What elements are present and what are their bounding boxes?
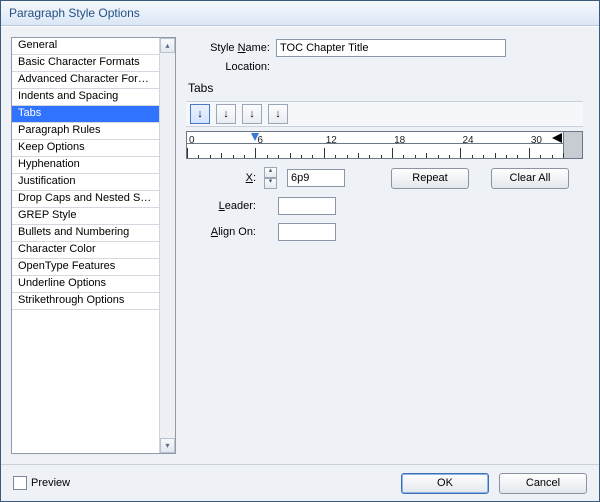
- tab-align-decimal[interactable]: ↓: [268, 104, 288, 124]
- x-stepper[interactable]: ▴ ▾: [264, 167, 277, 189]
- preview-label: Preview: [31, 477, 70, 489]
- x-step-up-icon[interactable]: ▴: [264, 167, 277, 178]
- ruler-wrap: 0612182430: [186, 131, 583, 159]
- repeat-button[interactable]: Repeat: [391, 168, 469, 189]
- sidebar-item-hyphenation[interactable]: Hyphenation: [12, 157, 160, 174]
- sidebar-item-grep-style[interactable]: GREP Style: [12, 208, 160, 225]
- sidebar-item-indents-and-spacing[interactable]: Indents and Spacing: [12, 89, 160, 106]
- tab-align-left[interactable]: ↓: [190, 104, 210, 124]
- tab-alignment-bar: ↓ ↓ ↓ ↓: [186, 101, 583, 127]
- ruler-tick-label: 30: [531, 135, 542, 146]
- preview-checkbox[interactable]: Preview: [13, 476, 70, 490]
- x-step-down-icon[interactable]: ▾: [264, 178, 277, 189]
- style-name-input[interactable]: [276, 39, 506, 57]
- align-on-label: Align On:: [186, 226, 256, 238]
- leader-input[interactable]: [278, 197, 336, 215]
- location-label: Location:: [186, 61, 276, 73]
- tab-align-right[interactable]: ↓: [242, 104, 262, 124]
- scroll-down-button[interactable]: ▾: [160, 438, 175, 453]
- sidebar-item-bullets-and-numbering[interactable]: Bullets and Numbering: [12, 225, 160, 242]
- sidebar-scrollbar[interactable]: ▴ ▾: [159, 38, 175, 453]
- ok-button[interactable]: OK: [401, 473, 489, 494]
- clear-all-button[interactable]: Clear All: [491, 168, 569, 189]
- sidebar-item-advanced-character-formats[interactable]: Advanced Character Formats: [12, 72, 160, 89]
- sidebar-item-basic-character-formats[interactable]: Basic Character Formats: [12, 55, 160, 72]
- sidebar-item-strikethrough-options[interactable]: Strikethrough Options: [12, 293, 160, 310]
- dialog-footer: Preview OK Cancel: [1, 464, 599, 501]
- tab-ruler[interactable]: 0612182430: [186, 131, 564, 159]
- ruler-overflow: [564, 131, 583, 159]
- sidebar-item-tabs[interactable]: Tabs: [12, 106, 160, 123]
- content-pane: Style Name: Location: Tabs ↓↓↓↓ 06121824…: [184, 37, 589, 454]
- tab-stop-marker-icon[interactable]: [251, 133, 259, 143]
- cancel-button[interactable]: Cancel: [499, 473, 587, 494]
- titlebar: Paragraph Style Options: [1, 1, 599, 26]
- x-label: X:: [186, 172, 256, 184]
- panel-title: Tabs: [188, 81, 583, 95]
- sidebar-item-paragraph-rules[interactable]: Paragraph Rules: [12, 123, 160, 140]
- sidebar-item-justification[interactable]: Justification: [12, 174, 160, 191]
- leader-label: Leader:: [186, 200, 256, 212]
- ruler-tick-label: 12: [326, 135, 337, 146]
- ruler-tick-label: 0: [189, 135, 195, 146]
- ruler-tick-label: 18: [394, 135, 405, 146]
- sidebar-item-opentype-features[interactable]: OpenType Features: [12, 259, 160, 276]
- align-on-input[interactable]: [278, 223, 336, 241]
- sidebar-item-general[interactable]: General: [12, 38, 160, 55]
- dialog-window: Paragraph Style Options GeneralBasic Cha…: [0, 0, 600, 502]
- dialog-body: GeneralBasic Character FormatsAdvanced C…: [1, 26, 599, 501]
- right-indent-marker-icon[interactable]: [552, 133, 562, 143]
- sidebar-item-drop-caps-and-nested-styles[interactable]: Drop Caps and Nested Styles: [12, 191, 160, 208]
- checkbox-icon: [13, 476, 27, 490]
- ruler-tick-label: 24: [462, 135, 473, 146]
- tab-align-center[interactable]: ↓: [216, 104, 236, 124]
- sidebar-item-character-color[interactable]: Character Color: [12, 242, 160, 259]
- scroll-up-button[interactable]: ▴: [160, 38, 175, 53]
- sidebar-item-keep-options[interactable]: Keep Options: [12, 140, 160, 157]
- category-sidebar: GeneralBasic Character FormatsAdvanced C…: [11, 37, 176, 454]
- window-title: Paragraph Style Options: [9, 6, 140, 20]
- sidebar-item-underline-options[interactable]: Underline Options: [12, 276, 160, 293]
- style-name-label: Style Name:: [186, 42, 276, 54]
- main-area: GeneralBasic Character FormatsAdvanced C…: [1, 27, 599, 464]
- x-input[interactable]: [287, 169, 345, 187]
